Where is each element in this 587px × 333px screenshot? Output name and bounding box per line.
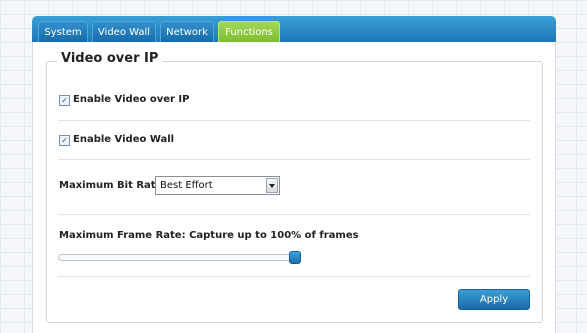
enable-video-over-ip-label: Enable Video over IP xyxy=(73,94,190,105)
chevron-down-icon[interactable] xyxy=(266,178,278,193)
max-bit-rate-select[interactable]: Best Effort xyxy=(155,176,280,195)
tab-network[interactable]: Network xyxy=(160,21,214,42)
tab-bar: System Video Wall Network Functions xyxy=(32,16,556,42)
divider xyxy=(58,276,530,277)
tab-system[interactable]: System xyxy=(38,21,88,42)
enable-video-wall-label: Enable Video Wall xyxy=(73,134,175,145)
divider xyxy=(58,120,530,121)
tab-functions[interactable]: Functions xyxy=(218,21,280,42)
divider xyxy=(58,214,530,215)
enable-video-over-ip-row: ✓ Enable Video over IP xyxy=(59,94,189,108)
fieldset-legend: Video over IP xyxy=(57,51,163,66)
max-bit-rate-label: Maximum Bit Rate: xyxy=(59,180,167,191)
enable-video-over-ip-checkbox[interactable]: ✓ xyxy=(59,95,70,106)
apply-button[interactable]: Apply xyxy=(458,289,530,310)
tab-video-wall[interactable]: Video Wall xyxy=(92,21,156,42)
enable-video-wall-row: ✓ Enable Video Wall xyxy=(59,134,174,148)
frame-rate-slider-track[interactable] xyxy=(58,254,300,261)
enable-video-wall-checkbox[interactable]: ✓ xyxy=(59,135,70,146)
max-frame-rate-label: Maximum Frame Rate: Capture up to 100% o… xyxy=(59,230,359,241)
max-bit-rate-value: Best Effort xyxy=(160,180,213,191)
divider xyxy=(58,159,530,160)
frame-rate-slider-handle[interactable] xyxy=(289,251,301,264)
